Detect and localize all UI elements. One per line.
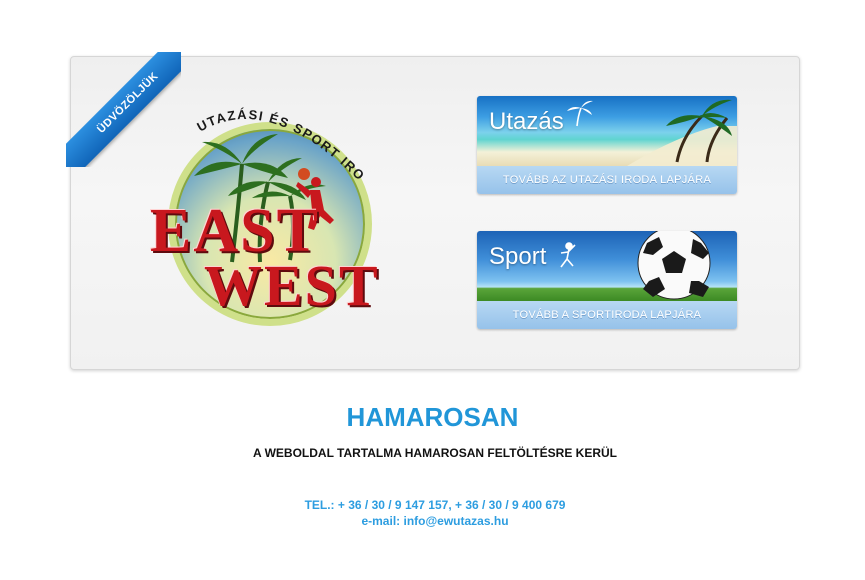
svg-text:UTAZÁSI ÉS SPORT IRODA: UTAZÁSI ÉS SPORT IRODA bbox=[140, 92, 368, 184]
sport-promo-button[interactable]: Sport TOVÁBB A SPORTIRODA LAPJÁRA bbox=[477, 231, 737, 329]
sport-link[interactable]: TOVÁBB A SPORTIRODA LAPJÁRA bbox=[477, 301, 737, 329]
page-heading: HAMAROSAN bbox=[346, 402, 519, 432]
logo-west-text: WEST bbox=[204, 253, 380, 318]
travel-title: Utazás bbox=[489, 108, 564, 135]
travel-banner-image: Utazás bbox=[477, 96, 737, 166]
contact-phone: TEL.: + 36 / 30 / 9 147 157, + 36 / 30 /… bbox=[304, 498, 566, 512]
travel-promo-button[interactable]: Utazás TOVÁBB AZ UTAZÁSI IRODA LAPJÁRA bbox=[477, 96, 737, 194]
sport-banner-image: Sport bbox=[477, 231, 737, 301]
contact-email[interactable]: e-mail: info@ewutazas.hu bbox=[0, 514, 865, 528]
sport-title: Sport bbox=[489, 243, 547, 270]
logo-arc-text: UTAZÁSI ÉS SPORT IRODA bbox=[140, 92, 367, 184]
page-subheading: A WEBOLDAL TARTALMA HAMAROSAN FELTÖLTÉSR… bbox=[253, 446, 617, 460]
travel-link[interactable]: TOVÁBB AZ UTAZÁSI IRODA LAPJÁRA bbox=[477, 166, 737, 194]
east-west-logo: UTAZÁSI ÉS SPORT IRODA EAST WEST bbox=[140, 92, 380, 332]
